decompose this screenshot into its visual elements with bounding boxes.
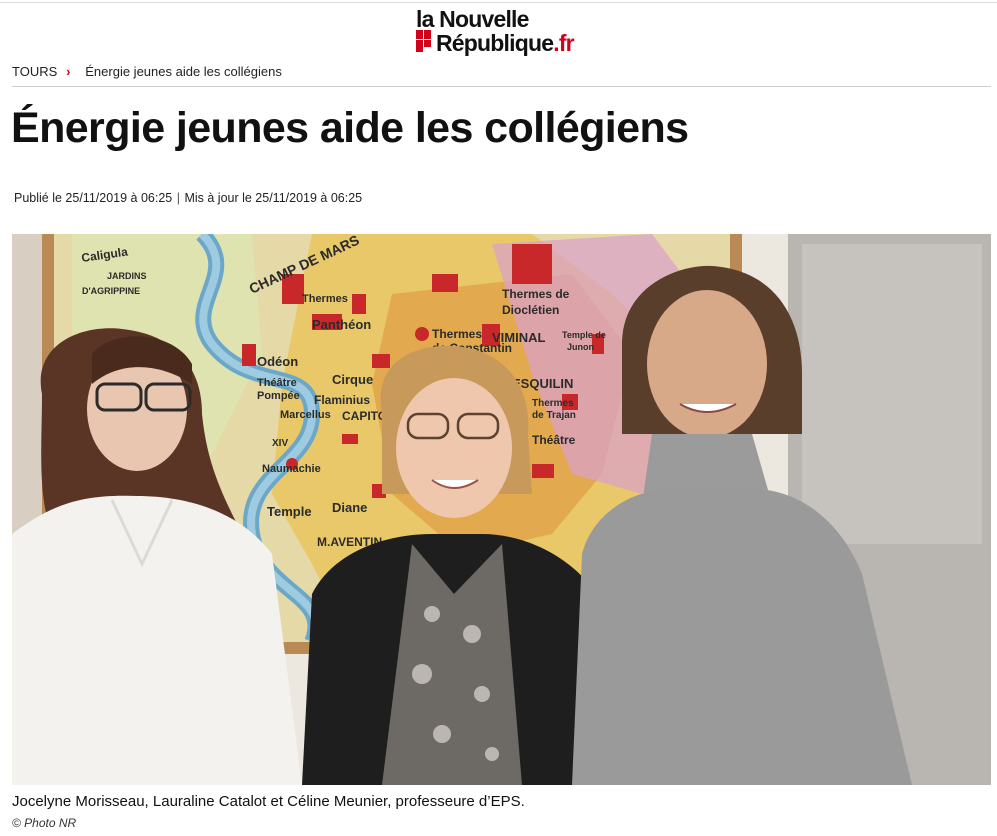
- page-title: Énergie jeunes aide les collégiens: [11, 104, 689, 152]
- svg-text:Théâtre: Théâtre: [532, 433, 576, 447]
- photo-illustration: Caligula JARDINS D'AGRIPPINE CHAMP DE MA…: [12, 234, 991, 785]
- logo-line-2: République.fr: [436, 30, 575, 57]
- published-date: Publié le 25/11/2019 à 06:25: [14, 191, 173, 205]
- date-separator: |: [176, 191, 180, 205]
- article-dateline: Publié le 25/11/2019 à 06:25 | Mis à jou…: [14, 191, 362, 205]
- chevron-right-icon: ›: [66, 63, 71, 79]
- logo-line-1: la Nouvelle: [416, 6, 529, 32]
- svg-text:D'AGRIPPINE: D'AGRIPPINE: [82, 286, 140, 296]
- svg-text:Temple: Temple: [267, 504, 312, 519]
- photo-caption: Jocelyne Morisseau, Lauraline Catalot et…: [12, 793, 525, 810]
- svg-text:Thermes: Thermes: [302, 293, 348, 305]
- svg-text:Thermes: Thermes: [532, 398, 574, 409]
- svg-text:Thermes: Thermes: [432, 327, 482, 341]
- svg-text:Marcellus: Marcellus: [280, 409, 331, 421]
- logo-word: République: [436, 30, 554, 56]
- svg-text:XIV: XIV: [272, 438, 288, 449]
- article-photo[interactable]: Caligula JARDINS D'AGRIPPINE CHAMP DE MA…: [12, 234, 991, 785]
- svg-text:JARDINS: JARDINS: [107, 271, 147, 281]
- top-divider: [0, 2, 997, 3]
- svg-text:Théâtre: Théâtre: [257, 377, 297, 389]
- svg-text:Temple de: Temple de: [562, 330, 606, 340]
- svg-text:Junon: Junon: [567, 342, 594, 352]
- breadcrumb: TOURS › Énergie jeunes aide les collégie…: [12, 62, 282, 80]
- svg-text:Cirque: Cirque: [332, 372, 373, 387]
- breadcrumb-current: Énergie jeunes aide les collégiens: [85, 63, 282, 79]
- svg-text:Odéon: Odéon: [257, 354, 298, 369]
- updated-date: Mis à jour le 25/11/2019 à 06:25: [184, 191, 363, 205]
- site-logo[interactable]: la Nouvelle République.fr: [414, 6, 594, 56]
- breadcrumb-divider: [12, 86, 991, 87]
- svg-text:de Trajan: de Trajan: [532, 410, 576, 421]
- svg-text:ESQUILIN: ESQUILIN: [512, 376, 573, 391]
- svg-text:Dioclétien: Dioclétien: [502, 303, 559, 317]
- photo-credit: © Photo NR: [12, 816, 77, 830]
- svg-text:Panthéon: Panthéon: [312, 317, 371, 332]
- svg-text:Flaminius: Flaminius: [314, 393, 370, 407]
- logo-tld: .fr: [553, 30, 574, 56]
- breadcrumb-section-link[interactable]: TOURS: [12, 64, 57, 79]
- svg-text:Pompée: Pompée: [257, 390, 300, 402]
- logo-mark-icon: [416, 30, 431, 52]
- svg-text:Thermes de: Thermes de: [502, 287, 570, 301]
- svg-text:Diane: Diane: [332, 500, 367, 515]
- svg-text:Naumachie: Naumachie: [262, 463, 321, 475]
